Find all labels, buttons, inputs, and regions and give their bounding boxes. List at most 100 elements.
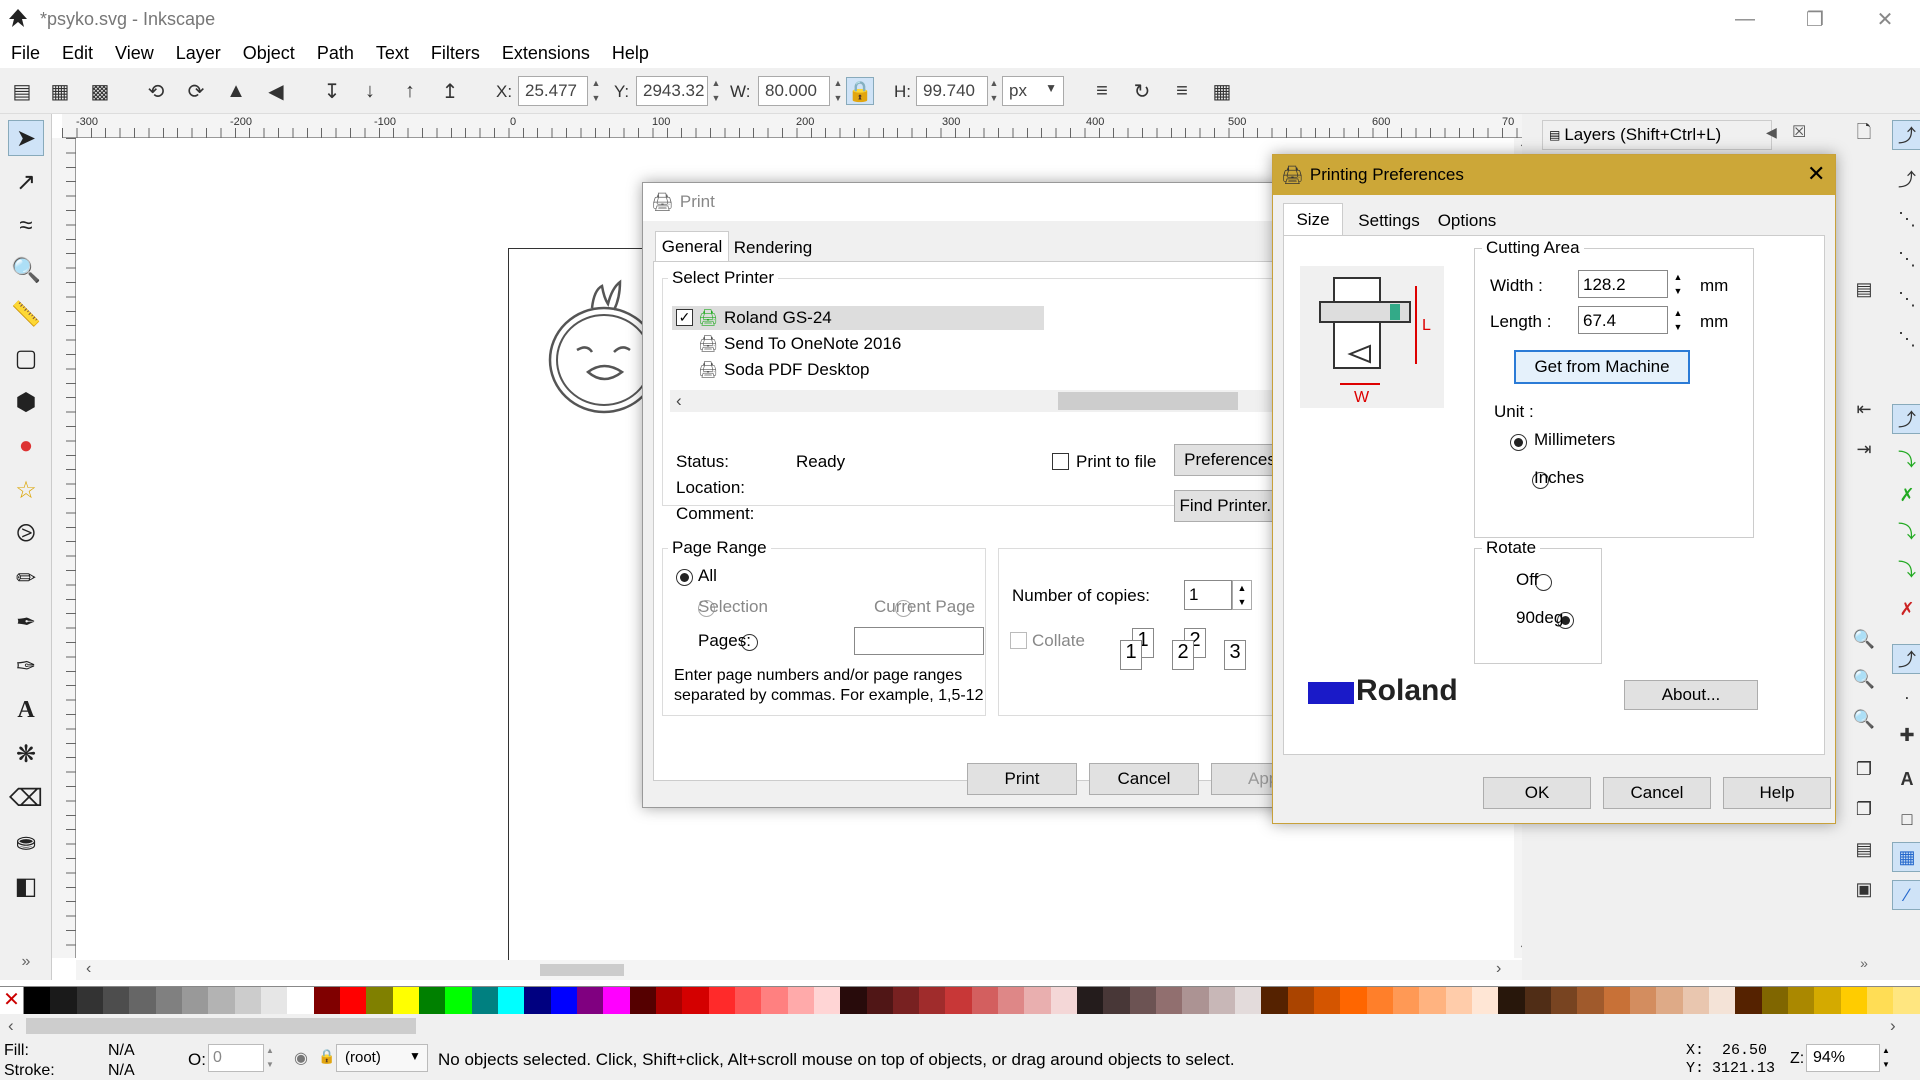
lower-to-bottom-icon[interactable]: ↧ xyxy=(318,77,346,105)
unit-select[interactable]: px ▼ xyxy=(1002,76,1064,106)
snap-paths-icon[interactable]: ⤵ xyxy=(1892,444,1920,474)
color-swatch[interactable] xyxy=(1524,987,1552,1014)
measure-tool-icon[interactable]: 📏 xyxy=(8,296,44,332)
snap-guide-icon[interactable]: ∕ xyxy=(1892,880,1920,910)
snap-bbox-icon[interactable]: ⤴ xyxy=(1892,164,1920,194)
color-swatch[interactable] xyxy=(181,987,209,1014)
group-icon[interactable]: ▤ xyxy=(1849,834,1879,864)
printer-item[interactable]: 🖨 Send To OneNote 2016 xyxy=(698,332,998,356)
color-swatch[interactable] xyxy=(1603,987,1631,1014)
open-icon[interactable]: ▤ xyxy=(1849,274,1879,304)
select-all-icon[interactable]: ▤ xyxy=(8,77,36,105)
menu-filters[interactable]: Filters xyxy=(420,43,491,64)
x-spinner[interactable]: ▲ ▼ xyxy=(590,76,602,106)
select-all-layers-icon[interactable]: ▦ xyxy=(46,77,74,105)
menu-path[interactable]: Path xyxy=(306,43,365,64)
calligraphy-tool-icon[interactable]: ✑ xyxy=(8,648,44,684)
color-swatch[interactable] xyxy=(1735,987,1762,1014)
ungroup-icon[interactable]: ▣ xyxy=(1849,874,1879,904)
color-swatch[interactable] xyxy=(234,987,261,1014)
color-swatch[interactable] xyxy=(287,987,314,1014)
minimize-icon[interactable]: — xyxy=(1710,0,1780,38)
tab-rendering[interactable]: Rendering xyxy=(731,235,815,261)
spiral-tool-icon[interactable]: ⧁ xyxy=(8,516,44,552)
color-swatch[interactable] xyxy=(1208,987,1236,1014)
scale-stroke-icon[interactable]: ≡ xyxy=(1088,77,1116,105)
color-swatch[interactable] xyxy=(24,987,51,1014)
zoom-selection-icon[interactable]: 🔍 xyxy=(1849,624,1879,654)
color-swatch[interactable] xyxy=(76,987,103,1014)
color-swatch[interactable] xyxy=(1630,987,1657,1014)
color-swatch[interactable] xyxy=(1814,987,1841,1014)
snap-smooth-icon[interactable]: ⤵ xyxy=(1892,554,1920,584)
zoom-input[interactable]: 94% xyxy=(1806,1044,1880,1072)
snap-others-icon[interactable]: ⤴ xyxy=(1892,644,1920,674)
rotate-cw-icon[interactable]: ⟳ xyxy=(182,77,210,105)
color-swatch[interactable] xyxy=(1182,987,1209,1014)
w-input[interactable]: 80.000 xyxy=(758,76,830,106)
w-spinner[interactable]: ▲ ▼ xyxy=(832,76,844,106)
h-spinner[interactable]: ▲ ▼ xyxy=(988,76,1000,106)
stroke-value[interactable]: N/A xyxy=(108,1062,135,1080)
print-to-file-checkbox[interactable] xyxy=(1052,453,1069,470)
duplicate-icon[interactable]: ❐ xyxy=(1849,754,1879,784)
color-swatch[interactable] xyxy=(392,987,419,1014)
new-document-icon[interactable]: 🗋 xyxy=(1849,120,1879,150)
scroll-right-icon[interactable]: › xyxy=(1890,1016,1896,1036)
scroll-left-icon[interactable]: ‹ xyxy=(676,391,682,411)
flip-vertical-icon[interactable]: ◀ xyxy=(262,77,290,105)
pages-input[interactable] xyxy=(854,627,984,655)
length-spinner[interactable]: ▲ ▼ xyxy=(1670,306,1686,334)
canvas-horizontal-scrollbar[interactable]: ‹ › xyxy=(76,960,1522,980)
color-swatch[interactable] xyxy=(550,987,577,1014)
length-input[interactable]: 67.4 xyxy=(1578,306,1668,334)
menu-layer[interactable]: Layer xyxy=(165,43,232,64)
color-swatch[interactable] xyxy=(1866,987,1894,1014)
color-swatch[interactable] xyxy=(366,987,393,1014)
color-swatch[interactable] xyxy=(734,987,762,1014)
color-swatch[interactable] xyxy=(1077,987,1104,1014)
close-icon[interactable]: ✕ xyxy=(1807,161,1825,187)
zoom-drawing-icon[interactable]: 🔍 xyxy=(1849,664,1879,694)
color-swatch[interactable] xyxy=(840,987,867,1014)
snap-bbox-corner-icon[interactable]: ⋱ xyxy=(1892,244,1920,274)
about-button[interactable]: About... xyxy=(1624,680,1758,710)
close-icon[interactable]: ✕ xyxy=(1850,0,1920,38)
text-tool-icon[interactable]: A xyxy=(8,692,44,728)
visibility-icon[interactable]: ◉ xyxy=(294,1048,308,1068)
scroll-left-icon[interactable]: ‹ xyxy=(8,1016,14,1036)
expand-commands-icon[interactable]: » xyxy=(1849,948,1879,978)
tab-settings[interactable]: Settings xyxy=(1349,207,1429,235)
color-swatch[interactable] xyxy=(50,987,77,1014)
unit-millimeters-radio[interactable] xyxy=(1510,434,1527,452)
get-from-machine-button[interactable]: Get from Machine xyxy=(1514,350,1690,384)
selector-tool-icon[interactable]: ➤ xyxy=(8,120,44,156)
color-swatch[interactable] xyxy=(998,987,1025,1014)
color-swatch[interactable] xyxy=(629,987,656,1014)
color-swatch[interactable] xyxy=(313,987,340,1014)
menu-object[interactable]: Object xyxy=(232,43,306,64)
color-palette[interactable]: ✕ xyxy=(0,986,1920,1014)
color-swatch[interactable] xyxy=(339,987,367,1014)
flip-horizontal-icon[interactable]: ▲ xyxy=(222,77,250,105)
scale-corners-icon[interactable]: ↻ xyxy=(1128,77,1156,105)
zoom-page-icon[interactable]: 🔍 xyxy=(1849,704,1879,734)
pencil-tool-icon[interactable]: ✏ xyxy=(8,560,44,596)
snap-page-border-icon[interactable]: □ xyxy=(1892,804,1920,834)
color-swatch[interactable] xyxy=(497,987,525,1014)
scroll-thumb[interactable] xyxy=(1058,392,1238,410)
color-swatch[interactable] xyxy=(1498,987,1525,1014)
color-swatch[interactable] xyxy=(576,987,604,1014)
cancel-button[interactable]: Cancel xyxy=(1603,777,1711,809)
color-swatch[interactable] xyxy=(866,987,893,1014)
gradient-tool-icon[interactable]: ◧ xyxy=(8,868,44,904)
color-swatch[interactable] xyxy=(1656,987,1683,1014)
clone-icon[interactable]: ❐ xyxy=(1849,794,1879,824)
fill-value[interactable]: N/A xyxy=(108,1042,135,1060)
raise-to-top-icon[interactable]: ↥ xyxy=(436,77,464,105)
color-swatch[interactable] xyxy=(1577,987,1604,1014)
collate-checkbox[interactable] xyxy=(1010,632,1027,649)
printer-item[interactable]: 🖨 Soda PDF Desktop xyxy=(698,358,998,382)
menu-help[interactable]: Help xyxy=(601,43,660,64)
color-swatch[interactable] xyxy=(1156,987,1183,1014)
